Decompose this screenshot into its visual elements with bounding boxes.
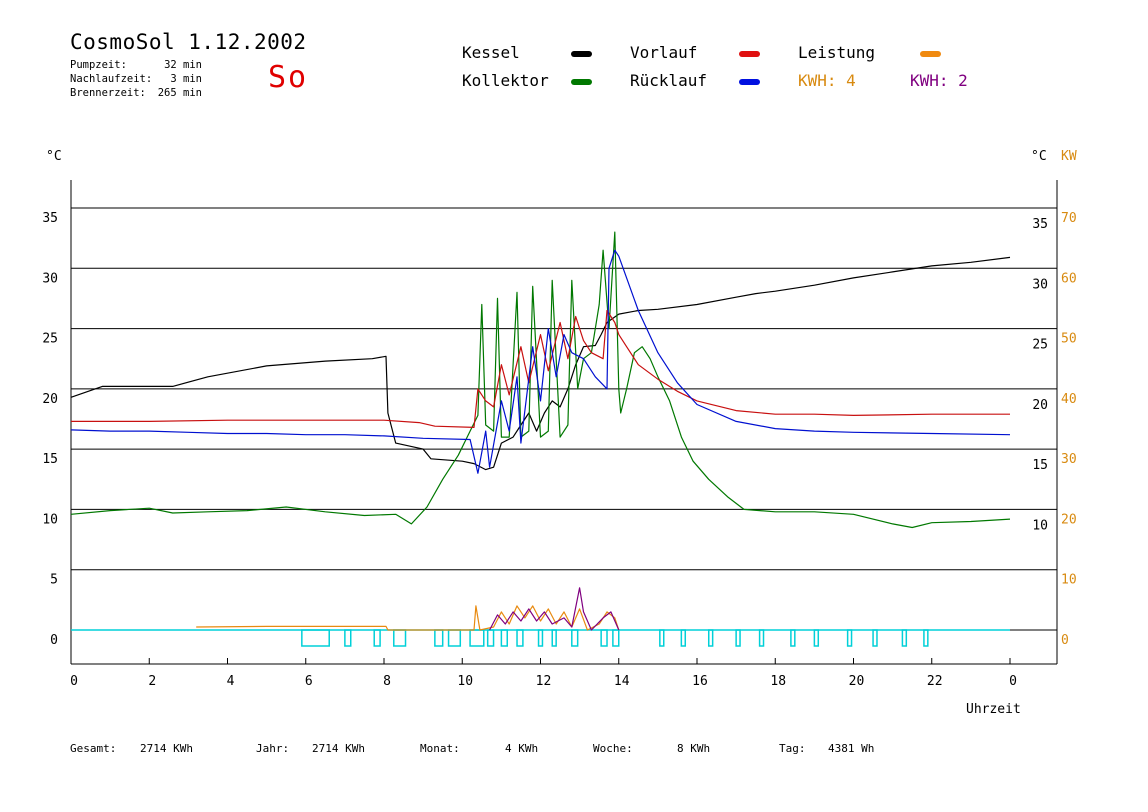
pump-interval [758,629,765,647]
right-tick-label-kw: 30 [1061,452,1077,467]
right-tick-label-celsius: 35 [1032,217,1048,232]
pump-interval [813,629,820,647]
right-tick-label-kw: 60 [1061,271,1077,286]
pump-interval [516,629,524,647]
series-vorlauf [71,309,1010,428]
x-tick-label: 2 [148,674,156,689]
footer-jahr-value: 2714 KWh [312,742,365,755]
series-ruecklauf [70,249,1011,474]
right-tick-label-kw: 50 [1061,332,1077,347]
left-tick-label: 35 [42,211,58,226]
pump-interval [301,629,330,647]
pump-interval [901,629,908,647]
pump-interval [612,629,620,647]
pump-interval [600,629,608,647]
pump-interval [373,629,381,647]
left-tick-label: 10 [42,512,58,527]
pump-interval [707,629,714,647]
pump-interval [680,629,687,647]
x-tick-label: 14 [614,674,630,689]
x-tick-label: 0 [70,674,78,689]
right-tick-label-kw: 20 [1061,512,1077,527]
right-tick-label-kw: 40 [1061,392,1077,407]
pump-interval [659,629,665,647]
left-tick-label: 0 [50,633,58,648]
footer-woche-label: Woche: [593,742,633,755]
footer-monat-label: Monat: [420,742,460,755]
footer-woche-value: 8 KWh [677,742,711,755]
right-tick-label-celsius: 30 [1032,277,1048,292]
x-tick-label: 4 [227,674,235,689]
right-tick-label-celsius: 15 [1032,458,1048,473]
footer-tag-value: 4381 Wh [828,742,875,755]
pump-interval [735,629,741,647]
pump-interval [434,629,444,647]
right-tick-label-kw: 70 [1061,211,1077,226]
x-tick-label: 0 [1009,674,1017,689]
x-tick-label: 22 [927,674,943,689]
right-tick-label-celsius: 10 [1032,518,1048,533]
x-tick-label: 6 [305,674,313,689]
x-tick-label: 16 [692,674,708,689]
pump-interval [500,629,508,647]
pump-interval [486,629,495,647]
pump-interval [393,629,407,647]
pump-interval [469,629,485,647]
pump-interval [846,629,853,647]
right-tick-label-celsius: 25 [1032,338,1048,353]
right-tick-label-celsius: 20 [1032,398,1048,413]
x-tick-label: 20 [849,674,865,689]
left-tick-label: 25 [42,332,58,347]
left-tick-label: 20 [42,392,58,407]
pump-interval [790,629,796,647]
x-tick-label: 10 [457,674,473,689]
footer-tag-label: Tag: [779,742,806,755]
pump-interval [923,629,929,647]
pump-interval [447,629,462,647]
footer-gesamt-value: 2714 KWh [140,742,193,755]
pump-interval [872,629,878,647]
x-tick-label: 12 [536,674,552,689]
right-tick-label-kw: 10 [1061,573,1077,588]
pump-interval [344,629,352,647]
x-tick-label: 18 [770,674,786,689]
series-kollektor [70,231,1011,529]
left-tick-label: 5 [50,573,58,588]
right-tick-label-kw: 0 [1061,633,1069,648]
x-tick-label: 8 [383,674,391,689]
left-tick-label: 30 [42,271,58,286]
pump-interval [551,629,557,647]
series-kessel [70,256,1011,471]
series-leistung [196,605,620,631]
chart-plot: 0510152025303510152025303501020304050607… [42,180,1077,689]
pump-interval [571,629,579,647]
footer-monat-value: 4 KWh [505,742,539,755]
pump-interval [537,629,544,647]
footer-gesamt-label: Gesamt: [70,742,117,755]
footer-jahr-label: Jahr: [256,742,290,755]
left-tick-label: 15 [42,452,58,467]
